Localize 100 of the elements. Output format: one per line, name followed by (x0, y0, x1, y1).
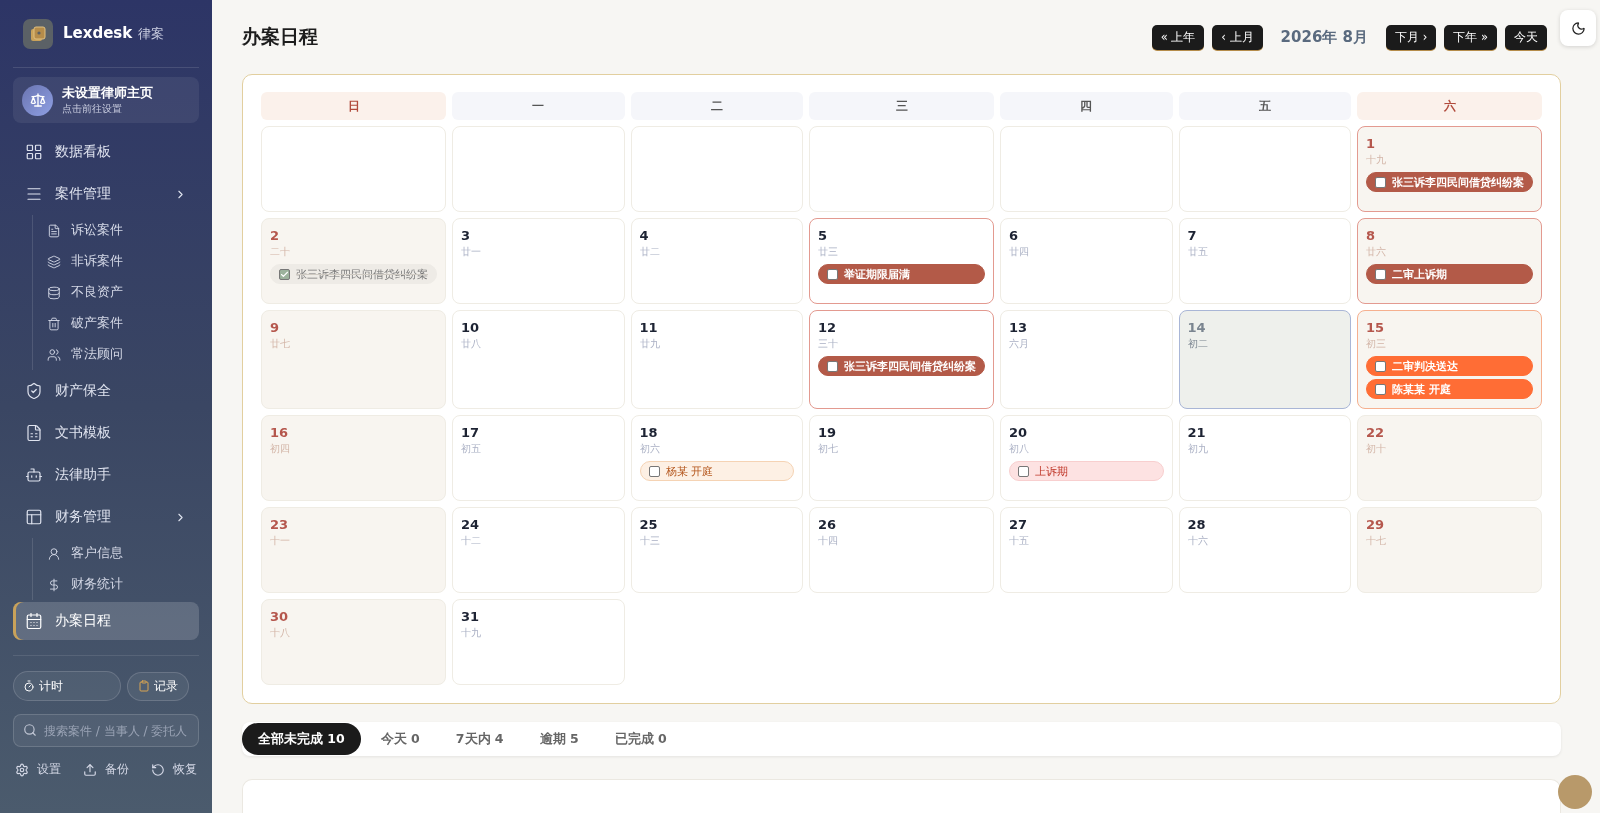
month-nav-button[interactable]: « 上年 (1151, 24, 1205, 50)
day-cell[interactable]: 10 廿八 (452, 310, 625, 409)
day-cell[interactable]: 9 廿七 (261, 310, 446, 409)
day-cell[interactable]: 13 六月 (1000, 310, 1173, 409)
filter-tab[interactable]: 逾期 5 (523, 723, 595, 755)
month-nav-button[interactable]: 下月 › (1386, 24, 1437, 50)
day-cell[interactable]: 18 初六 杨某 开庭 (630, 415, 803, 501)
event-chip[interactable]: 张三诉李四民间借贷纠纷案 (818, 356, 985, 376)
day-cell[interactable]: 5 廿三 举证期限届满 (809, 218, 994, 304)
filter-tab[interactable]: 今天 0 (364, 723, 436, 755)
checkbox[interactable] (1375, 268, 1386, 280)
lunar-date: 十九 (1366, 153, 1386, 167)
nav-item[interactable]: 案件管理 (13, 173, 199, 215)
settings-icon (15, 762, 29, 777)
day-number: 25 (639, 517, 658, 532)
document-icon (47, 223, 61, 238)
lunar-date: 初十 (1366, 442, 1386, 456)
timer-button[interactable]: 计时 (13, 671, 121, 701)
day-cell[interactable]: 31 十九 (452, 599, 625, 685)
filter-tab[interactable]: 7天内 4 (439, 723, 520, 755)
day-cell[interactable]: 28 十六 (1178, 507, 1351, 593)
lunar-date: 廿三 (818, 245, 838, 259)
event-title: 二审上诉期 (1392, 266, 1447, 282)
day-cell[interactable]: 26 十四 (809, 507, 994, 593)
event-title: 二审判决送达 (1392, 358, 1458, 374)
moon-icon (1570, 20, 1586, 36)
checkbox[interactable] (1375, 176, 1386, 188)
day-cell[interactable]: 11 廿九 (630, 310, 803, 409)
day-cell[interactable]: 29 十七 (1357, 507, 1542, 593)
lunar-date: 初二 (1187, 337, 1208, 351)
day-cell[interactable]: 17 初五 (452, 415, 625, 501)
lunar-date: 廿七 (270, 337, 290, 351)
event-chip[interactable]: 举证期限届满 (818, 264, 985, 284)
filter-tab[interactable]: 已完成 0 (598, 723, 683, 755)
day-cell[interactable]: 27 十五 (1000, 507, 1173, 593)
day-cell[interactable]: 16 初四 (261, 415, 446, 501)
day-number: 10 (461, 320, 480, 335)
day-number: 12 (818, 320, 837, 335)
nav-subitem[interactable]: 破产案件 (47, 308, 199, 339)
nav-item[interactable]: 财产保全 (13, 370, 199, 412)
checkbox[interactable] (1375, 360, 1386, 372)
day-cell[interactable]: 6 廿四 (1000, 218, 1173, 304)
day-number: 8 (1366, 228, 1376, 243)
nav-subitem[interactable]: 非诉案件 (47, 246, 199, 277)
checkbox[interactable] (1375, 383, 1386, 395)
day-number: 21 (1187, 425, 1206, 440)
month-nav-button[interactable]: ‹ 上月 (1212, 24, 1263, 50)
event-chip[interactable]: 张三诉李四民间借贷纠纷案 (1366, 172, 1533, 192)
day-cell[interactable]: 22 初十 (1357, 415, 1542, 501)
day-cell[interactable]: 15 初三 二审判决送达 陈某某 开庭 (1357, 310, 1542, 409)
checkbox[interactable] (827, 268, 838, 280)
lunar-date: 廿八 (461, 337, 481, 351)
nav-subitem[interactable]: 常法顾问 (47, 339, 199, 370)
checkbox[interactable] (279, 268, 290, 280)
nav-subitem[interactable]: 诉讼案件 (47, 215, 199, 246)
month-nav-button[interactable]: 下年 » (1444, 24, 1497, 50)
clipboard-icon (138, 680, 150, 692)
day-cell[interactable]: 8 廿六 二审上诉期 (1357, 218, 1542, 304)
event-chip[interactable]: 二审上诉期 (1366, 264, 1533, 284)
nav-item[interactable]: 办案日程 (13, 602, 199, 640)
day-cell[interactable]: 30 十八 (261, 599, 446, 685)
day-cell[interactable]: 25 十三 (630, 507, 803, 593)
nav-subitem[interactable]: 客户信息 (47, 538, 199, 569)
day-number: 19 (818, 425, 837, 440)
nav-item[interactable]: 财务管理 (13, 496, 199, 538)
checkbox[interactable] (1018, 465, 1029, 477)
event-chip[interactable]: 杨某 开庭 (639, 461, 794, 481)
day-number: 20 (1009, 425, 1028, 440)
filter-tab[interactable]: 全部未完成 10 (242, 723, 361, 755)
restore-icon (151, 762, 165, 777)
footer-link[interactable]: 备份 (83, 761, 129, 778)
nav-item[interactable]: 法律助手 (13, 454, 199, 496)
day-cell[interactable]: 19 初七 (809, 415, 994, 501)
lunar-date: 十三 (639, 534, 660, 548)
event-title: 张三诉李四民间借贷纠纷案 (844, 358, 976, 374)
day-cell[interactable]: 7 廿五 (1178, 218, 1351, 304)
footer-link[interactable]: 设置 (15, 761, 61, 778)
checkbox[interactable] (827, 360, 838, 372)
checkbox[interactable] (648, 465, 660, 477)
weekday-header: 二 (630, 92, 803, 120)
day-cell[interactable]: 14 初二 (1178, 310, 1351, 409)
footer-link[interactable]: 恢复 (151, 761, 197, 778)
day-cell[interactable]: 21 初九 (1178, 415, 1351, 501)
day-cell[interactable]: 12 三十 张三诉李四民间借贷纠纷案 (809, 310, 994, 409)
dark-mode-button[interactable] (1560, 10, 1596, 46)
day-number: 23 (270, 517, 289, 532)
month-nav-button[interactable]: 今天 (1505, 24, 1547, 50)
day-cell[interactable]: 20 初八 上诉期 (1000, 415, 1173, 501)
stack-icon (47, 285, 61, 300)
floating-action-button[interactable] (1558, 775, 1592, 809)
day-cell[interactable]: 1 十九 张三诉李四民间借贷纠纷案 (1357, 126, 1542, 212)
profile-card[interactable]: 未设置律师主页 点击前往设置 (13, 77, 199, 123)
log-button[interactable]: 记录 (127, 671, 189, 701)
nav-subitem[interactable]: 财务统计 (47, 569, 199, 600)
nav-item[interactable]: 文书模板 (13, 412, 199, 454)
nav-item[interactable]: 数据看板 (13, 131, 199, 173)
nav-subitem[interactable]: 不良资产 (47, 277, 199, 308)
day-number: 5 (818, 228, 828, 243)
event-chip[interactable]: 上诉期 (1009, 461, 1164, 481)
weekday-header: 六 (1357, 92, 1542, 120)
